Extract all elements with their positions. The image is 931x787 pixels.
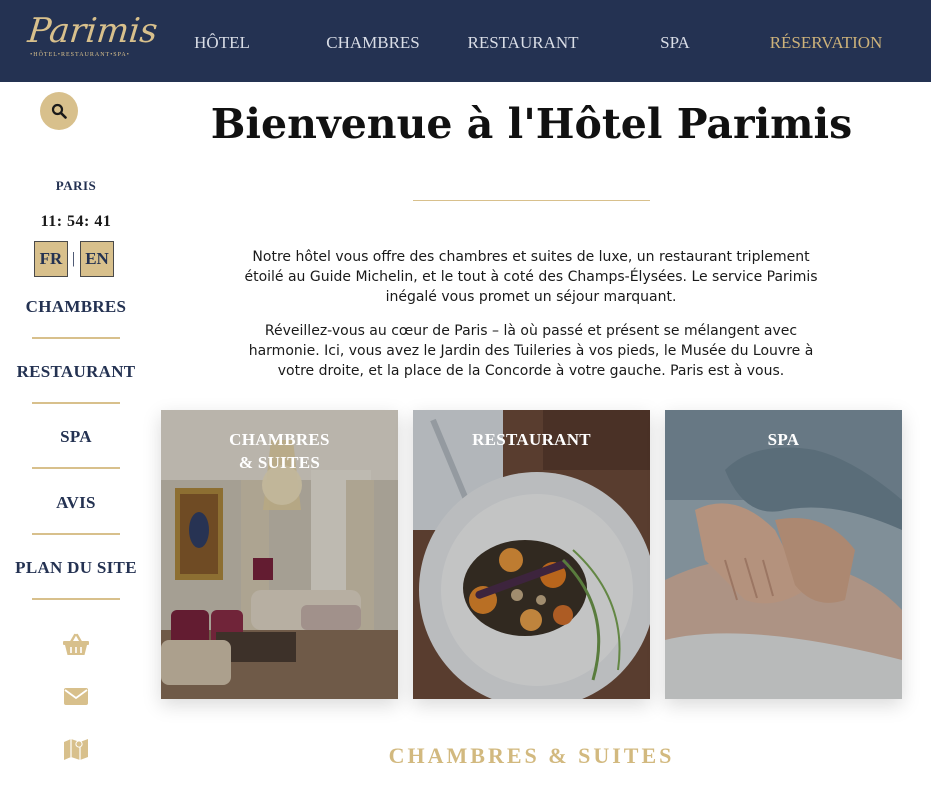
section-heading-chambres-suites: CHAMBRES & SUITES [388, 743, 675, 768]
sidebar-divider [32, 533, 120, 535]
sidebar-item-chambres[interactable]: CHAMBRES [0, 297, 152, 317]
sidebar-item-avis[interactable]: AVIS [0, 493, 152, 513]
card-restaurant[interactable]: RESTAURANT [413, 410, 650, 699]
top-navigation-bar: Parimis •HÔTEL•RESTAURANT•SPA• HÔTEL CHA… [0, 0, 931, 82]
sidebar-divider [32, 402, 120, 404]
card-label-line: SPA [767, 430, 800, 449]
sidebar-item-restaurant[interactable]: RESTAURANT [0, 362, 152, 382]
card-overlay [413, 410, 650, 699]
card-label-restaurant: RESTAURANT [413, 428, 650, 451]
sidebar-item-spa[interactable]: SPA [0, 427, 152, 447]
nav-item-reservation[interactable]: RÉSERVATION [758, 30, 894, 56]
map-icon[interactable] [62, 736, 90, 760]
card-label-line: RESTAURANT [472, 430, 591, 449]
card-overlay [665, 410, 902, 699]
card-chambres-suites[interactable]: CHAMBRES & SUITES [161, 410, 398, 699]
page-title: Bienvenue à l'Hôtel Parimis [210, 100, 853, 148]
sidebar-divider [32, 467, 120, 469]
location-paragraph: Réveillez-vous au cœur de Paris – là où … [248, 323, 814, 379]
intro-paragraph: Notre hôtel vous offre des chambres et s… [244, 249, 818, 305]
sidebar-divider [32, 598, 120, 600]
nav-item-restaurant[interactable]: RESTAURANT [458, 30, 588, 56]
local-clock: 11: 54: 41 [40, 213, 112, 230]
card-label-chambres: CHAMBRES & SUITES [161, 428, 398, 474]
language-en-button[interactable]: EN [80, 241, 114, 277]
language-fr-button[interactable]: FR [34, 241, 68, 277]
basket-icon[interactable] [62, 633, 90, 657]
sidebar-item-plan-du-site[interactable]: PLAN DU SITE [0, 558, 152, 578]
hotel-logo[interactable]: Parimis •HÔTEL•RESTAURANT•SPA• [25, 4, 160, 76]
card-label-line: CHAMBRES [229, 430, 330, 449]
city-label: PARIS [55, 178, 97, 193]
nav-item-spa[interactable]: SPA [645, 30, 705, 56]
logo-wordmark: Parimis [25, 11, 160, 51]
card-label-line: & SUITES [238, 453, 321, 472]
sidebar-divider [32, 337, 120, 339]
nav-item-chambres[interactable]: CHAMBRES [318, 30, 428, 56]
language-separator: | [72, 250, 76, 267]
envelope-icon[interactable] [62, 685, 90, 709]
title-divider [413, 200, 650, 201]
search-icon [51, 103, 67, 119]
nav-item-hotel[interactable]: HÔTEL [172, 30, 272, 56]
card-label-spa: SPA [665, 428, 902, 451]
card-spa[interactable]: SPA [665, 410, 902, 699]
search-button[interactable] [40, 92, 78, 130]
